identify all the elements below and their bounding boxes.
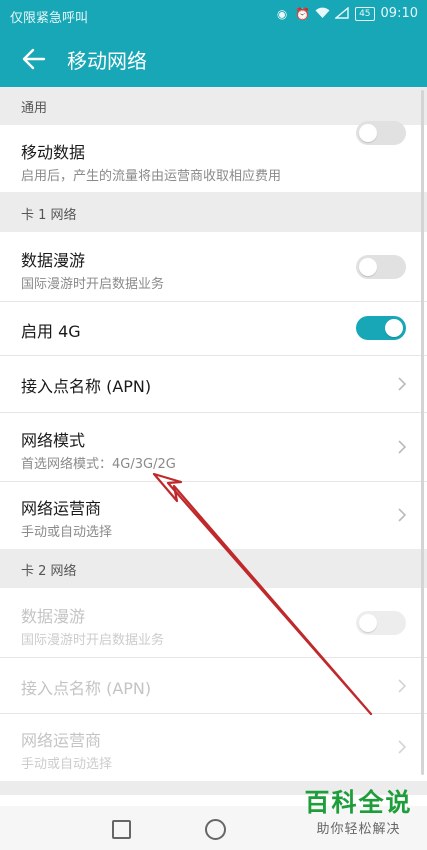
row-subtitle: 手动或自动选择 <box>21 525 113 540</box>
chevron-right-icon <box>398 740 407 754</box>
alarm-icon: ⏰ <box>295 6 311 21</box>
watermark-subtitle: 助你轻松解决 <box>316 822 401 837</box>
row-title: 网络运营商 <box>21 731 102 750</box>
chevron-right-icon <box>398 508 407 522</box>
sim1-4g-row[interactable]: 启用 4G <box>0 302 427 356</box>
row-title: 数据漫游 <box>21 607 86 626</box>
status-icons: ◉ ⏰ 45 09:10 <box>275 6 418 21</box>
sim1-apn-row[interactable]: 接入点名称 (APN) <box>0 356 427 413</box>
eye-comfort-icon: ◉ <box>276 6 288 21</box>
section-sim2: 卡 2 网络 <box>0 549 427 588</box>
chevron-right-icon <box>398 377 407 391</box>
clock: 09:10 <box>380 6 418 21</box>
chevron-right-icon <box>398 440 407 454</box>
row-subtitle: 国际漫游时开启数据业务 <box>21 633 165 648</box>
toggle-knob <box>359 124 377 142</box>
carrier-text: 仅限紧急呼叫 <box>10 11 89 26</box>
toggle-knob <box>359 614 377 632</box>
row-subtitle: 首选网络模式：4G/3G/2G <box>21 457 176 472</box>
row-title: 接入点名称 (APN) <box>21 679 152 698</box>
watermark-title: 百科全说 <box>304 788 413 817</box>
row-subtitle: 国际漫游时开启数据业务 <box>21 277 165 292</box>
sim2-operator-row: 网络运营商 手动或自动选择 <box>0 714 427 781</box>
watermark-logo: 百科全说 助你轻松解决 <box>296 788 421 846</box>
row-title: 网络模式 <box>21 431 86 450</box>
chevron-right-icon <box>398 679 407 693</box>
home-button[interactable] <box>205 819 226 840</box>
toggle-knob <box>359 258 377 276</box>
sim2-apn-row: 接入点名称 (APN) <box>0 658 427 714</box>
row-title: 接入点名称 (APN) <box>21 377 152 396</box>
section-general: 通用 <box>0 87 427 125</box>
app-bar: 移动网络 <box>0 30 427 87</box>
sim2-roaming-row: 数据漫游 国际漫游时开启数据业务 <box>0 588 427 658</box>
section-title: 通用 <box>21 101 48 116</box>
wifi-icon <box>315 7 330 21</box>
section-sim1: 卡 1 网络 <box>0 192 427 232</box>
mobile-data-row[interactable]: 移动数据 启用后，产生的流量将由运营商收取相应费用 <box>0 121 427 192</box>
toggle-knob <box>385 319 403 337</box>
settings-list: 通用 移动数据 启用后，产生的流量将由运营商收取相应费用 卡 1 网络 数据漫游… <box>0 87 427 837</box>
row-subtitle: 手动或自动选择 <box>21 757 113 772</box>
sim2-roaming-toggle <box>356 611 406 635</box>
battery-indicator: 45 <box>355 6 375 21</box>
row-title: 移动数据 <box>21 143 86 162</box>
signal-icon <box>334 6 349 21</box>
recent-apps-button[interactable] <box>112 820 131 839</box>
section-title: 卡 2 网络 <box>21 564 77 579</box>
row-title: 网络运营商 <box>21 499 102 518</box>
scrollbar[interactable] <box>421 90 424 775</box>
sim1-operator-row[interactable]: 网络运营商 手动或自动选择 <box>0 482 427 549</box>
sim1-roaming-toggle[interactable] <box>356 255 406 279</box>
row-title: 数据漫游 <box>21 251 86 270</box>
sim1-4g-toggle[interactable] <box>356 316 406 340</box>
arrow-left-icon[interactable] <box>17 42 51 76</box>
section-title: 卡 1 网络 <box>21 208 77 223</box>
row-title: 启用 4G <box>21 322 81 341</box>
sim1-roaming-row[interactable]: 数据漫游 国际漫游时开启数据业务 <box>0 232 427 302</box>
sim1-network-mode-row[interactable]: 网络模式 首选网络模式：4G/3G/2G <box>0 413 427 482</box>
status-bar: 仅限紧急呼叫 ◉ ⏰ 45 09:10 <box>0 0 427 30</box>
page-title: 移动网络 <box>67 49 147 73</box>
row-subtitle: 启用后，产生的流量将由运营商收取相应费用 <box>21 169 282 184</box>
mobile-data-toggle[interactable] <box>356 121 406 145</box>
